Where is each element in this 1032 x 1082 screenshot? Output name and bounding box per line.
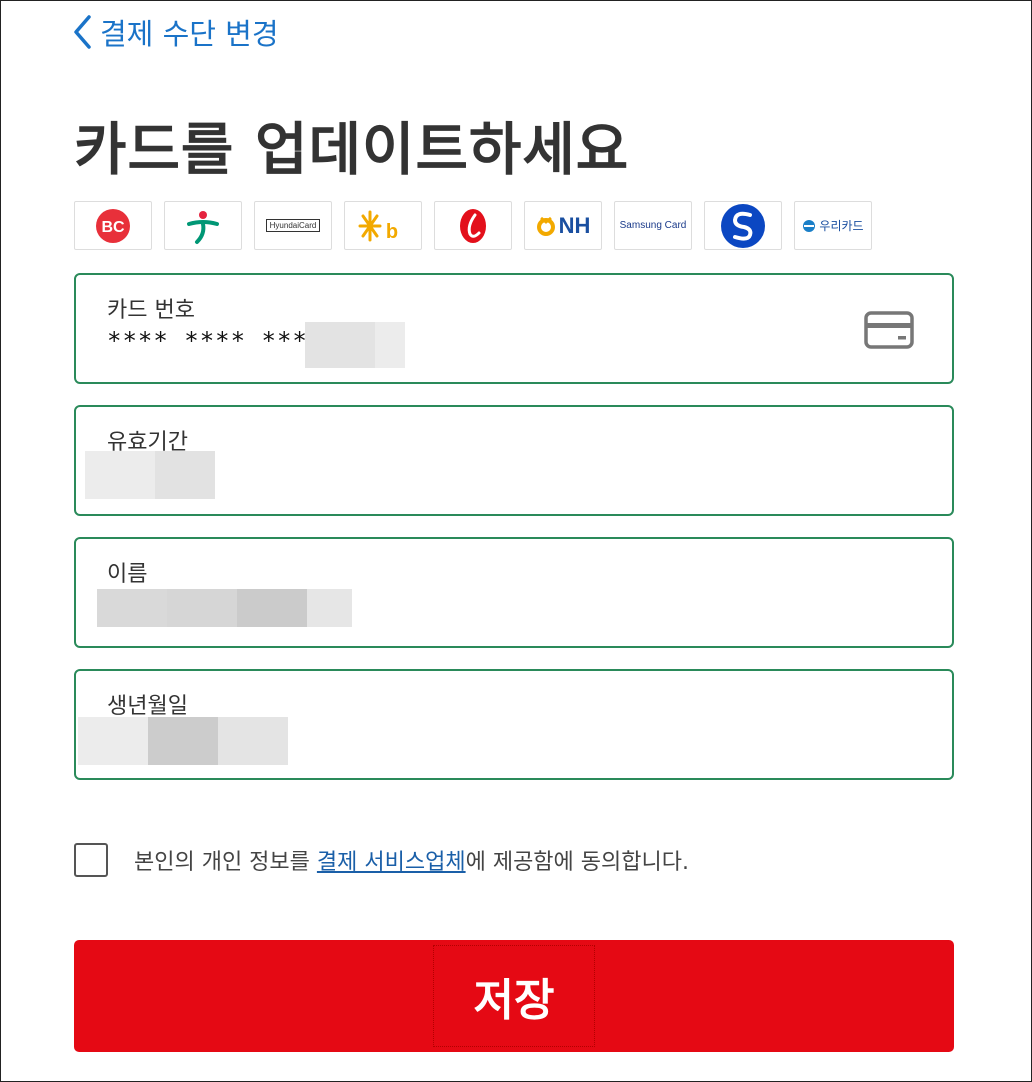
kb-card-icon: b — [358, 210, 398, 243]
card-number-value[interactable]: **** **** **** — [107, 327, 323, 355]
lotte-card-icon — [460, 208, 486, 243]
name-label: 이름 — [107, 562, 148, 587]
name-field[interactable]: 이름 — [74, 537, 954, 648]
consent-prefix: 본인의 개인 정보를 — [134, 850, 317, 875]
svg-text:b: b — [386, 221, 398, 243]
nh-symbol-icon — [536, 216, 555, 236]
birthdate-label: 생년월일 — [107, 694, 188, 719]
save-button[interactable]: 저장 — [74, 940, 954, 1052]
consent-text: 본인의 개인 정보를 결제 서비스업체에 제공함에 동의합니다. — [134, 844, 689, 876]
back-link[interactable]: 결제 수단 변경 — [72, 10, 279, 54]
bc-card-logo: BC — [74, 201, 152, 250]
shinhan-card-icon — [721, 203, 765, 248]
hana-card-icon — [187, 210, 219, 244]
page-title: 카드를 업데이트하세요 — [74, 117, 630, 183]
expiry-redacted — [85, 451, 215, 499]
nh-card-logo: NH — [524, 201, 602, 250]
card-number-redacted — [305, 322, 405, 368]
samsung-card-text: Samsung Card — [619, 220, 687, 231]
back-link-label[interactable]: 결제 수단 변경 — [100, 11, 279, 53]
name-redacted — [97, 589, 352, 627]
card-number-label: 카드 번호 — [107, 298, 195, 323]
bc-logo-text: BC — [101, 219, 125, 236]
chevron-left-icon — [74, 15, 91, 49]
credit-card-icon — [864, 311, 914, 349]
nh-card-text: NH — [558, 212, 591, 238]
consent-row: 본인의 개인 정보를 결제 서비스업체에 제공함에 동의합니다. — [74, 843, 689, 877]
card-logo-row: BC HyundaiCard b NH Samsung Card 우리카드 — [74, 201, 884, 250]
shinhan-card-logo — [704, 201, 782, 250]
hyundai-card-text: HyundaiCard — [265, 219, 321, 232]
expiry-field[interactable]: 유효기간 — [74, 405, 954, 516]
consent-checkbox[interactable] — [74, 843, 108, 877]
birthdate-redacted — [78, 717, 288, 765]
kb-card-logo: b — [344, 201, 422, 250]
birthdate-field[interactable]: 생년월일 — [74, 669, 954, 780]
lotte-card-logo — [434, 201, 512, 250]
save-button-label: 저장 — [432, 945, 596, 1047]
card-number-field[interactable]: 카드 번호 **** **** **** — [74, 273, 954, 384]
consent-suffix: 에 제공함에 동의합니다. — [465, 850, 689, 875]
woori-card-text: 우리카드 — [819, 219, 864, 233]
hana-card-logo — [164, 201, 242, 250]
hyundai-card-logo: HyundaiCard — [254, 201, 332, 250]
samsung-card-logo: Samsung Card — [614, 201, 692, 250]
woori-symbol-icon — [803, 219, 816, 232]
payment-provider-link[interactable]: 결제 서비스업체 — [317, 850, 466, 875]
bc-card-icon: BC — [96, 208, 130, 243]
woori-card-logo: 우리카드 — [794, 201, 872, 250]
